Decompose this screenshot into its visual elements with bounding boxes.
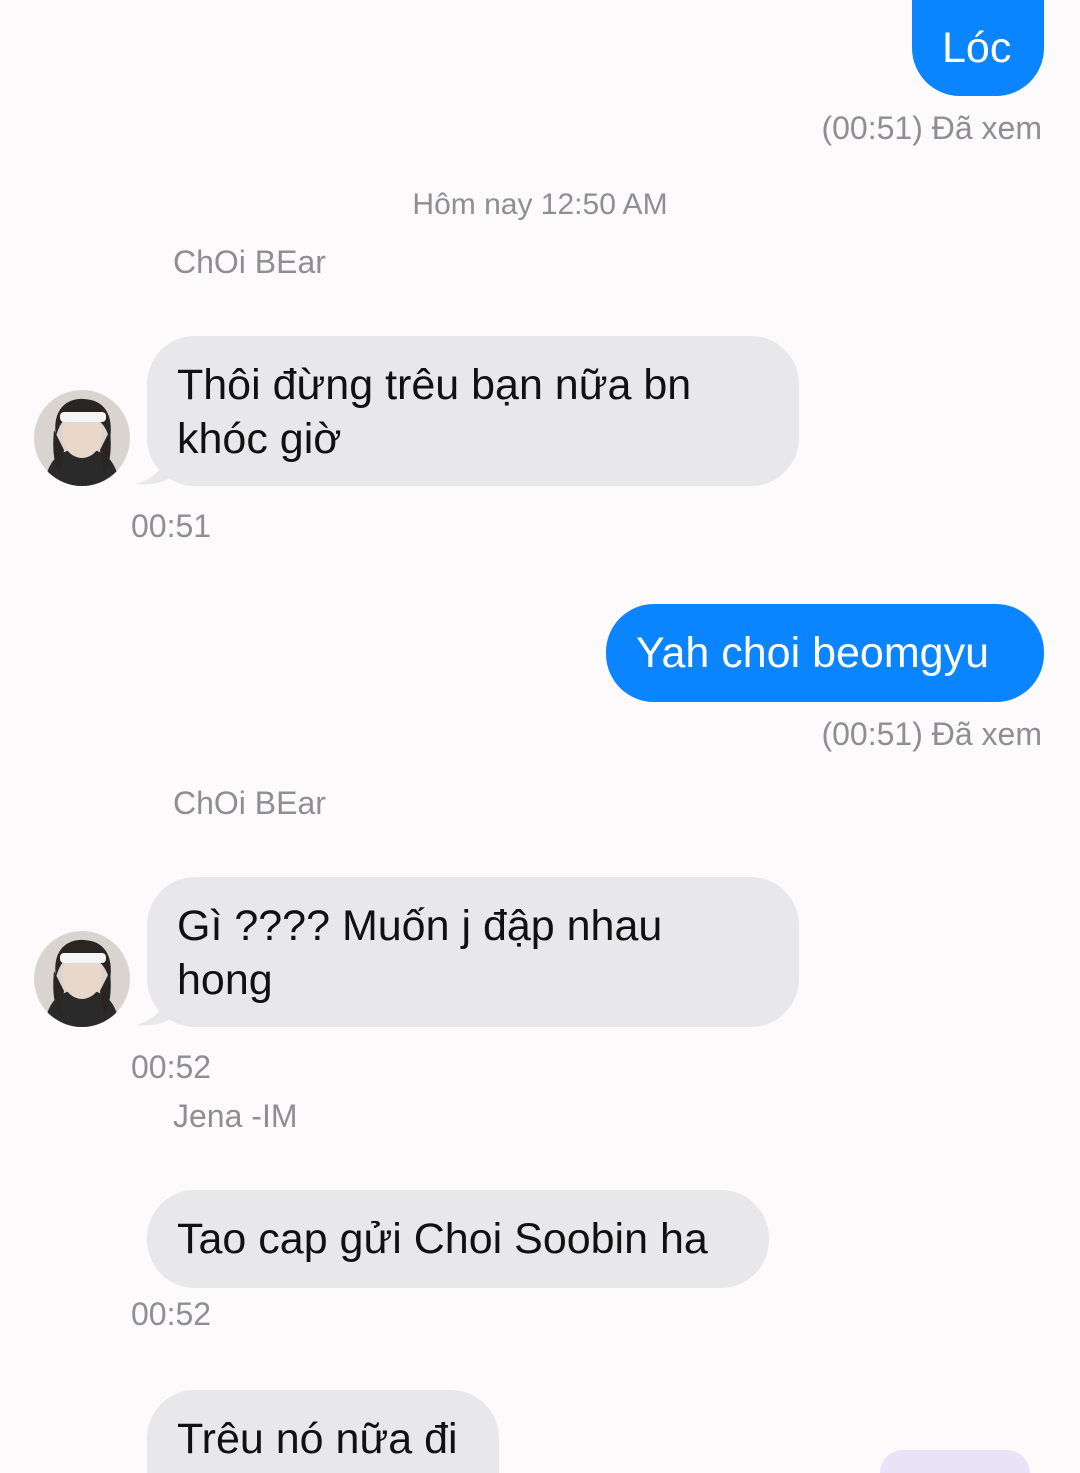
avatar[interactable] (34, 390, 130, 486)
message-time: 00:51 (131, 508, 212, 544)
avatar[interactable] (34, 931, 130, 1027)
read-status: (00:51) Đã xem (821, 716, 1042, 752)
incoming-message-bubble[interactable]: Tao cap gửi Choi Soobin ha (147, 1190, 769, 1288)
incoming-message-bubble[interactable]: Thôi đừng trêu bạn nữa bn khóc giờ (147, 336, 799, 486)
incoming-message-bubble[interactable]: Gì ???? Muốn j đập nhau hong (147, 877, 799, 1027)
sender-name: ChOi BEar (173, 785, 326, 821)
avatar-photo-icon (34, 931, 130, 1027)
message-time: 00:52 (131, 1049, 212, 1085)
avatar-photo-icon (34, 390, 130, 486)
message-time: 00:52 (131, 1296, 212, 1332)
sender-name: ChOi BEar (173, 244, 326, 280)
outgoing-message-bubble[interactable]: Lóc (912, 0, 1044, 96)
incoming-message-bubble[interactable]: Trêu nó nữa đi (147, 1390, 499, 1473)
sender-name: Jena -IM (173, 1098, 298, 1134)
outgoing-message-bubble[interactable]: Yah choi beomgyu (606, 604, 1044, 702)
partial-message-bubble[interactable] (880, 1450, 1030, 1473)
read-status: (00:51) Đã xem (821, 110, 1042, 146)
date-divider: Hôm nay 12:50 AM (412, 188, 668, 221)
